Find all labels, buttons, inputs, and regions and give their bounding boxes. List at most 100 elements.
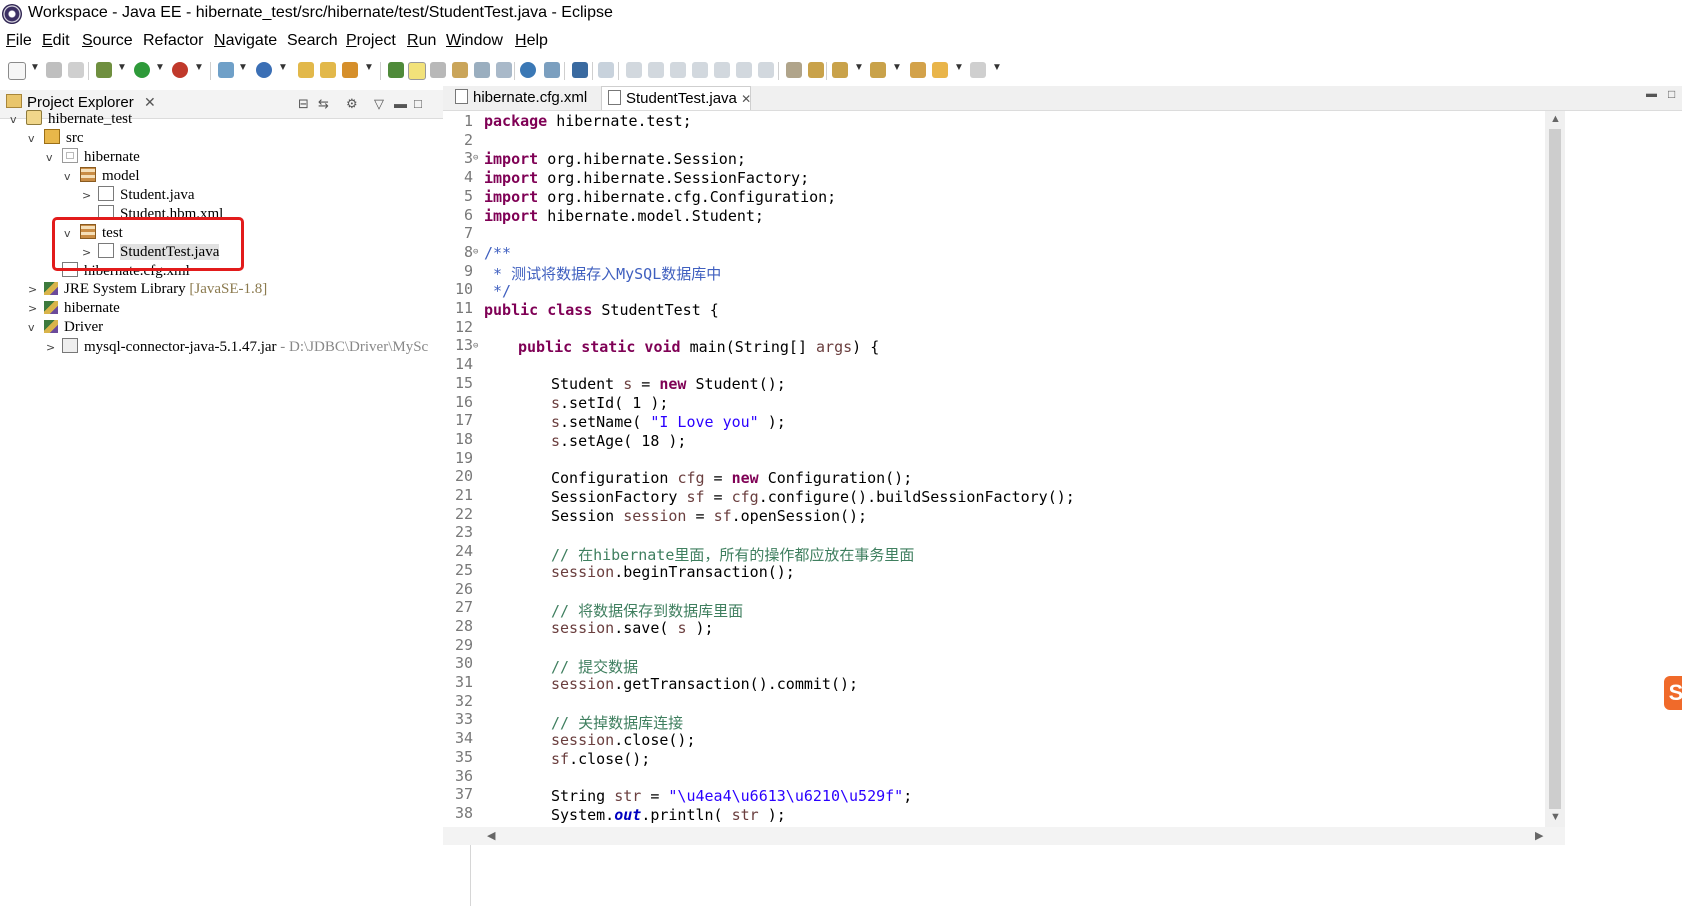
back-icon[interactable]: [932, 62, 948, 78]
back-dropdown-icon[interactable]: ▼: [954, 62, 964, 73]
previous-annotation-icon[interactable]: [870, 62, 886, 78]
ime-badge[interactable]: S: [1664, 676, 1682, 710]
menu-source[interactable]: Source: [82, 32, 133, 50]
open-folder-icon[interactable]: [320, 62, 336, 78]
scroll-down-icon[interactable]: ▼: [1550, 811, 1561, 823]
search-tool-icon[interactable]: [342, 62, 358, 78]
terminate-icon[interactable]: [670, 62, 686, 78]
debug-icon[interactable]: [96, 62, 112, 78]
menu-project[interactable]: Project: [346, 32, 396, 50]
fold-icon[interactable]: ⊖: [473, 247, 478, 257]
collapsed-chevron-icon[interactable]: >: [82, 246, 94, 259]
tree-item-hibernate-cfg-xml[interactable]: hibernate.cfg.xml: [46, 262, 190, 281]
tree-item-driver[interactable]: v Driver: [28, 319, 103, 338]
forward-dropdown-icon[interactable]: ▼: [992, 62, 1002, 73]
tree-item-test[interactable]: v test: [64, 224, 123, 243]
paragraph-icon[interactable]: [496, 62, 512, 78]
code-editor[interactable]: 1 2 3 4 5 6 7 8 9 10 11 12 13 14 15 16 17 18 19 20 21 22 23 24 2…: [443, 111, 1545, 827]
new-dropdown-icon[interactable]: ▼: [30, 62, 40, 73]
search-dropdown-icon[interactable]: ▼: [364, 62, 374, 73]
save-all-icon[interactable]: [68, 62, 84, 78]
tree-item-hibernate-package[interactable]: v hibernate: [46, 148, 140, 167]
collapsed-chevron-icon[interactable]: >: [28, 283, 40, 296]
previous-annotation-dropdown-icon[interactable]: ▼: [892, 62, 902, 73]
skip-breakpoints-icon[interactable]: [598, 62, 614, 78]
suspend-icon[interactable]: [648, 62, 664, 78]
tree-item-jre-library[interactable]: > JRE System Library [JavaSE-1.8]: [28, 281, 267, 300]
tree-item-hibernate-library[interactable]: > hibernate: [28, 300, 120, 319]
next-annotation-dropdown-icon[interactable]: ▼: [854, 62, 864, 73]
menu-help[interactable]: Help: [515, 32, 548, 50]
tree-item-hibernate-test[interactable]: v hibernate_test: [10, 110, 132, 129]
menu-window[interactable]: Window: [446, 32, 503, 50]
next-annotation-icon[interactable]: [832, 62, 848, 78]
block-selection-icon[interactable]: [430, 62, 446, 78]
debug-view-icon[interactable]: [544, 62, 560, 78]
expanded-chevron-icon[interactable]: v: [10, 113, 22, 126]
toggle-ant-icon[interactable]: [388, 62, 404, 78]
new-icon[interactable]: [8, 62, 26, 80]
last-edit-location-icon[interactable]: [910, 62, 926, 78]
horizontal-scrollbar[interactable]: ◀ ▶: [443, 827, 1565, 845]
new-server-icon[interactable]: [218, 62, 234, 78]
step-over-icon[interactable]: [736, 62, 752, 78]
use-step-filters-icon[interactable]: [808, 62, 824, 78]
link-with-editor-icon[interactable]: ⇆: [318, 96, 329, 112]
forward-icon[interactable]: [970, 62, 986, 78]
mark-occurrences-icon[interactable]: [408, 62, 426, 80]
expanded-chevron-icon[interactable]: v: [28, 321, 40, 334]
maximize-icon[interactable]: □: [1668, 87, 1675, 101]
monitor-icon[interactable]: [572, 62, 588, 78]
vertical-scrollbar[interactable]: ▲ ▼: [1545, 111, 1565, 827]
resume-icon[interactable]: [626, 62, 642, 78]
new-server-dropdown-icon[interactable]: ▼: [238, 62, 248, 73]
expanded-chevron-icon[interactable]: v: [64, 170, 76, 183]
tree-item-mysql-connector-jar[interactable]: > mysql-connector-java-5.1.47.jar - D:\JD…: [46, 338, 466, 357]
view-menu-icon[interactable]: ▽: [374, 96, 384, 112]
external-tools-dropdown-icon[interactable]: ▼: [194, 62, 204, 73]
menu-run[interactable]: Run: [407, 32, 436, 50]
fold-icon[interactable]: ⊖: [473, 153, 478, 163]
minimize-icon[interactable]: ▬: [1646, 88, 1657, 100]
show-whitespace-icon[interactable]: [452, 62, 468, 78]
collapsed-chevron-icon[interactable]: >: [82, 189, 94, 202]
tree-item-student-hbm-xml[interactable]: Student.hbm.xml: [82, 205, 223, 224]
external-tools-icon[interactable]: [172, 62, 188, 78]
collapsed-chevron-icon[interactable]: >: [28, 302, 40, 315]
step-return-icon[interactable]: [758, 62, 774, 78]
expanded-chevron-icon[interactable]: v: [64, 227, 76, 240]
debug-dropdown-icon[interactable]: ▼: [117, 62, 127, 73]
scroll-up-icon[interactable]: ▲: [1550, 113, 1561, 125]
new-java-class-icon[interactable]: [256, 62, 272, 78]
scroll-left-icon[interactable]: ◀: [487, 829, 495, 842]
collapse-all-icon[interactable]: ⊟: [298, 96, 309, 112]
menu-navigate[interactable]: Navigate: [214, 32, 277, 50]
word-wrap-icon[interactable]: [474, 62, 490, 78]
scroll-right-icon[interactable]: ▶: [1535, 829, 1543, 842]
close-icon[interactable]: ✕: [144, 94, 156, 111]
save-icon[interactable]: [46, 62, 62, 78]
globe-icon[interactable]: [520, 62, 536, 78]
filter-icon[interactable]: ⚙: [346, 96, 358, 112]
tree-item-studenttest-java[interactable]: > StudentTest.java: [82, 243, 220, 262]
run-dropdown-icon[interactable]: ▼: [155, 62, 165, 73]
drop-to-frame-icon[interactable]: [786, 62, 802, 78]
minimize-icon[interactable]: ▬: [394, 96, 407, 111]
project-explorer-tab[interactable]: Project Explorer: [6, 94, 134, 111]
expanded-chevron-icon[interactable]: v: [46, 151, 58, 164]
step-into-icon[interactable]: [714, 62, 730, 78]
scrollbar-thumb[interactable]: [1549, 129, 1561, 809]
collapsed-chevron-icon[interactable]: >: [46, 341, 58, 354]
disconnect-icon[interactable]: [692, 62, 708, 78]
tree-item-student-java[interactable]: > Student.java: [82, 186, 195, 205]
close-icon[interactable]: ✕: [741, 92, 751, 106]
menu-edit[interactable]: Edit: [42, 32, 70, 50]
new-class-dropdown-icon[interactable]: ▼: [278, 62, 288, 73]
run-icon[interactable]: [134, 62, 150, 78]
tab-hibernate-cfg-xml[interactable]: hibernate.cfg.xml: [449, 86, 599, 110]
menu-search[interactable]: Search: [287, 32, 338, 50]
expanded-chevron-icon[interactable]: v: [28, 132, 40, 145]
menu-refactor[interactable]: Refactor: [143, 32, 203, 50]
maximize-icon[interactable]: □: [414, 96, 422, 111]
open-type-icon[interactable]: [298, 62, 314, 78]
